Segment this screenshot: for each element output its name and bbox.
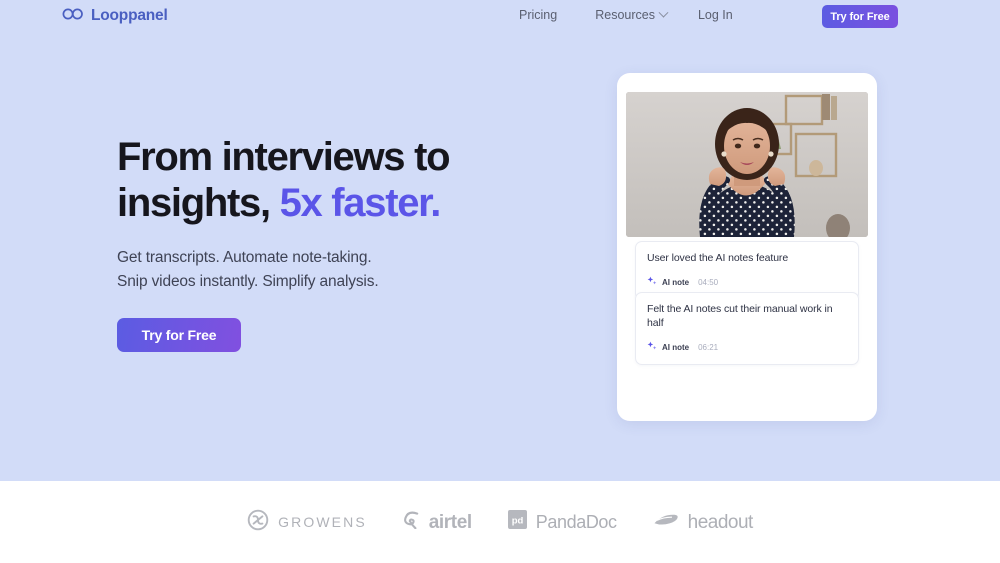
nav-links: Pricing Resources Log In — [519, 7, 733, 22]
sparkle-icon — [647, 273, 657, 291]
video-thumbnail[interactable] — [626, 92, 868, 237]
video-thumbnail-illustration — [626, 92, 868, 237]
nav-link-resources-label: Resources — [595, 8, 655, 22]
growens-label: GROWENS — [278, 514, 367, 530]
nav-link-resources[interactable]: Resources — [595, 7, 669, 22]
brand-name: Looppanel — [91, 7, 168, 25]
ai-note-text: Felt the AI notes cut their manual work … — [647, 303, 833, 329]
partner-logo-growens: GROWENS — [247, 509, 367, 536]
subhead-line-2: Snip videos instantly. Simplify analysis… — [117, 273, 379, 290]
ai-note-text: User loved the AI notes feature — [647, 252, 789, 264]
ai-note-meta: AI note 04:50 — [647, 273, 847, 291]
chevron-down-icon — [658, 7, 669, 18]
airtel-swirl-mark-icon — [403, 510, 420, 534]
ai-note-meta: AI note 06:21 — [647, 338, 847, 356]
airtel-label: airtel — [428, 511, 472, 533]
page-title: From interviews to insights, 5x faster. — [117, 134, 547, 226]
infinity-loop-icon — [62, 7, 84, 25]
nav-link-login[interactable]: Log In — [698, 9, 733, 22]
headline-line-1: From interviews to — [117, 135, 451, 179]
ai-note-tag: AI note — [662, 277, 690, 287]
sparkle-icon — [647, 338, 657, 356]
product-preview-card: User loved the AI notes feature AI note … — [617, 73, 877, 421]
ai-note-timestamp: 06:21 — [698, 342, 719, 352]
svg-text:pd: pd — [511, 515, 523, 526]
pandadoc-label: PandaDoc — [535, 512, 617, 532]
headout-wing-mark-icon — [653, 512, 679, 533]
hero-copy: From interviews to insights, 5x faster. … — [117, 134, 547, 352]
ai-note-card[interactable]: Felt the AI notes cut their manual work … — [635, 292, 859, 365]
partner-logo-headout: headout — [653, 512, 753, 533]
top-navigation-bar: Looppanel Pricing Resources Log In Try f… — [0, 0, 1000, 33]
nav-try-for-free-button[interactable]: Try for Free — [822, 5, 898, 28]
pandadoc-square-mark-icon: pd — [507, 510, 527, 534]
brand-logo[interactable]: Looppanel — [62, 7, 168, 25]
growens-loop-mark-icon — [247, 509, 269, 536]
hero-section: Looppanel Pricing Resources Log In Try f… — [0, 0, 1000, 481]
nav-link-pricing[interactable]: Pricing — [519, 9, 557, 22]
headout-label: headout — [687, 511, 754, 533]
hero-subheading: Get transcripts. Automate note-taking. S… — [117, 246, 547, 294]
headline-accent: 5x faster. — [279, 181, 442, 225]
ai-note-timestamp: 04:50 — [698, 277, 719, 287]
ai-note-tag: AI note — [662, 342, 690, 352]
hero-try-for-free-button[interactable]: Try for Free — [117, 318, 241, 352]
partner-logo-pandadoc: pd PandaDoc — [507, 510, 617, 534]
subhead-line-1: Get transcripts. Automate note-taking. — [117, 249, 372, 266]
partner-logos-strip: GROWENS airtel pd PandaDoc headout — [0, 481, 1000, 563]
partner-logo-airtel: airtel — [403, 510, 472, 534]
headline-line-2: insights, — [117, 181, 280, 225]
